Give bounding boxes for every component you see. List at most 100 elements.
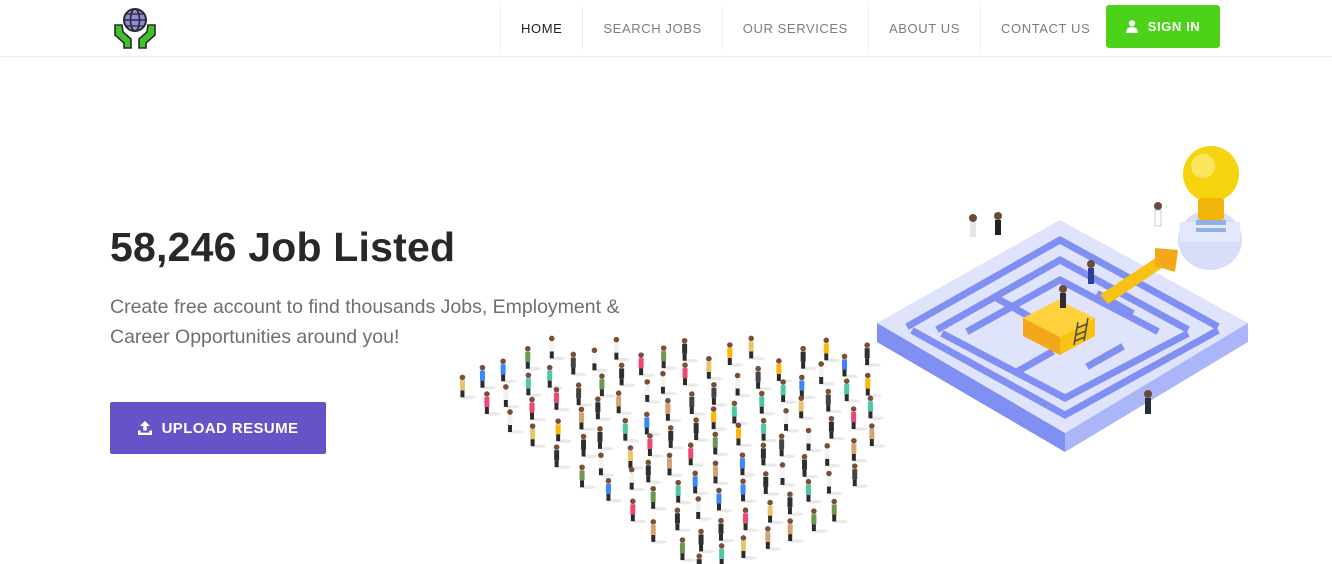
crowd-person-104 bbox=[696, 553, 703, 564]
crowd-person-48 bbox=[647, 433, 664, 458]
crowd-person-20 bbox=[681, 337, 699, 363]
crowd-person-7 bbox=[525, 372, 542, 398]
nav-item-home[interactable]: HOME bbox=[500, 6, 582, 50]
crowd-person-90 bbox=[779, 462, 797, 487]
crowd-person-32 bbox=[553, 444, 571, 469]
crowd-person-65 bbox=[735, 422, 752, 448]
crowd-person-23 bbox=[578, 406, 595, 432]
crowd-person-1 bbox=[479, 364, 496, 390]
crowd-person-52 bbox=[731, 400, 748, 426]
nav-item-search-jobs[interactable]: SEARCH JOBS bbox=[582, 6, 721, 50]
crowd-person-69 bbox=[825, 388, 842, 414]
upload-resume-label: UPLOAD RESUME bbox=[161, 419, 299, 437]
crowd-person-15 bbox=[575, 382, 593, 407]
crowd-person-108 bbox=[787, 518, 804, 543]
site-header: HOME SEARCH JOBS OUR SERVICES ABOUT US C… bbox=[0, 0, 1332, 57]
nav-item-about-us[interactable]: ABOUT US bbox=[867, 6, 980, 50]
crowd-person-68 bbox=[798, 395, 815, 421]
crowd-person-110 bbox=[831, 498, 848, 524]
user-icon bbox=[1125, 20, 1138, 33]
crowd-person-106 bbox=[740, 535, 757, 560]
crowd-person-53 bbox=[758, 390, 776, 416]
crowd-person-2 bbox=[500, 358, 517, 384]
crowd-person-38 bbox=[688, 391, 706, 416]
crowd-person-80 bbox=[805, 427, 823, 453]
crowd-person-105 bbox=[718, 543, 725, 564]
crowd-person-97 bbox=[718, 517, 735, 543]
crowd-person-75 bbox=[692, 470, 709, 496]
crowd-person-18 bbox=[638, 352, 655, 377]
globe-in-hands-icon[interactable] bbox=[112, 5, 158, 51]
crowd-person-57 bbox=[841, 353, 859, 379]
crowd-person-30 bbox=[727, 342, 744, 367]
crowd-person-60 bbox=[628, 466, 646, 492]
nav-item-contact-us[interactable]: CONTACT US bbox=[980, 6, 1112, 50]
crowd-person-47 bbox=[627, 445, 644, 470]
crowd-person-86 bbox=[695, 496, 712, 521]
crowd-person-94 bbox=[869, 423, 886, 448]
nav-item-our-services[interactable]: OUR SERVICES bbox=[721, 6, 868, 50]
crowd-person-79 bbox=[778, 433, 796, 459]
upload-resume-button[interactable]: UPLOAD RESUME bbox=[110, 402, 326, 454]
crowd-person-67 bbox=[783, 408, 800, 433]
crowd-person-13 bbox=[529, 396, 546, 422]
crowd-person-42 bbox=[776, 358, 793, 383]
crowd-person-87 bbox=[716, 487, 733, 513]
crowd-person-17 bbox=[618, 362, 636, 388]
crowd-person-39 bbox=[711, 381, 728, 407]
crowd-person-41 bbox=[755, 365, 772, 391]
crowd-person-49 bbox=[667, 425, 685, 450]
crowd-person-64 bbox=[712, 431, 729, 457]
crowd-person-37 bbox=[665, 397, 682, 423]
crowd-person-51 bbox=[710, 406, 728, 431]
crowd-person-45 bbox=[579, 464, 596, 490]
crowd-person-10 bbox=[591, 347, 608, 373]
lightbulb-icon bbox=[1178, 146, 1242, 270]
crowd-person-8 bbox=[546, 364, 564, 390]
crowd-person-109 bbox=[811, 508, 828, 533]
crowd-person-36 bbox=[644, 411, 661, 437]
crowd-person-56 bbox=[818, 361, 835, 386]
crowd-person-59 bbox=[605, 477, 622, 503]
crowd-person-103 bbox=[851, 463, 869, 488]
hero-title: 58,246 Job Listed bbox=[110, 224, 456, 270]
crowd-person-25 bbox=[615, 390, 633, 416]
crowd-person-91 bbox=[801, 453, 819, 479]
crowd-person-6 bbox=[503, 384, 520, 409]
crowd-person-26 bbox=[644, 379, 661, 404]
crowd-person-102 bbox=[826, 470, 843, 496]
upload-icon bbox=[137, 421, 152, 435]
crowd-person-84 bbox=[650, 519, 667, 544]
maze-crowd-lightbulb-illustration bbox=[459, 146, 1248, 564]
crowd-person-81 bbox=[828, 415, 845, 441]
crowd-person-33 bbox=[580, 433, 598, 459]
crowd-person-43 bbox=[800, 345, 817, 371]
crowd-person-78 bbox=[760, 442, 777, 468]
crowd-person-74 bbox=[675, 479, 692, 505]
crowd-person-22 bbox=[555, 418, 572, 443]
crowd-person-16 bbox=[599, 373, 616, 398]
crowd-person-76 bbox=[712, 460, 729, 486]
crowd-person-71 bbox=[864, 372, 882, 398]
crowd-person-46 bbox=[598, 452, 615, 478]
crowd-person-72 bbox=[630, 498, 647, 524]
crowd-person-82 bbox=[850, 406, 868, 431]
crowd-person-85 bbox=[674, 507, 691, 533]
crowd-person-50 bbox=[693, 417, 710, 442]
crowd-person-101 bbox=[805, 478, 822, 504]
crowd-person-107 bbox=[765, 526, 782, 551]
crowd-person-3 bbox=[524, 345, 542, 371]
crowd-person-89 bbox=[762, 471, 780, 496]
crowd-person-11 bbox=[613, 336, 630, 362]
crowd-person-40 bbox=[734, 372, 752, 398]
crowd-person-31 bbox=[748, 335, 765, 361]
crowd-person-29 bbox=[706, 355, 723, 381]
crowd-person-99 bbox=[767, 499, 784, 525]
crowd-person-100 bbox=[787, 491, 804, 517]
crowd-person-34 bbox=[597, 426, 614, 451]
crowd-person-88 bbox=[740, 478, 757, 504]
crowd-person-19 bbox=[660, 345, 678, 370]
crowd-person-63 bbox=[687, 442, 705, 468]
crowd-person-58 bbox=[864, 342, 881, 367]
sign-in-button[interactable]: SIGN IN bbox=[1106, 5, 1220, 48]
